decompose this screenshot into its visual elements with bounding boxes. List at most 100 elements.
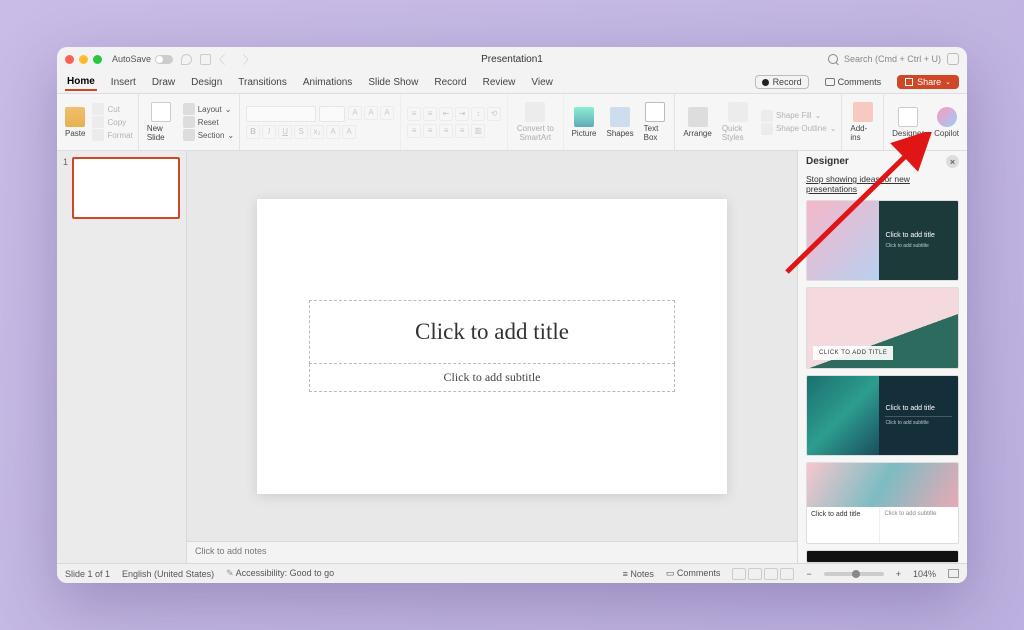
search-placeholder[interactable]: Search (Cmd + Ctrl + U): [844, 54, 941, 64]
text-direction-icon[interactable]: ⟲: [487, 107, 501, 121]
font-size-dropdown[interactable]: [319, 106, 345, 122]
bold-button[interactable]: B: [246, 125, 260, 139]
paste-button[interactable]: Paste: [62, 105, 88, 140]
shape-outline-button[interactable]: Shape Outline⌄: [761, 123, 836, 135]
zoom-in[interactable]: +: [896, 569, 901, 579]
tab-animations[interactable]: Animations: [301, 75, 354, 90]
font-family-dropdown[interactable]: [246, 106, 316, 122]
stop-showing-link[interactable]: Stop showing ideas for new presentations: [798, 172, 967, 200]
subscript-button[interactable]: x₂: [310, 125, 324, 139]
tab-transitions[interactable]: Transitions: [236, 75, 289, 90]
bullets-icon[interactable]: ≡: [407, 107, 421, 121]
comments-button[interactable]: Comments: [821, 76, 886, 88]
tab-design[interactable]: Design: [189, 75, 224, 90]
format-painter-icon: [92, 129, 104, 141]
record-button[interactable]: Record: [755, 75, 809, 89]
home-icon[interactable]: [181, 54, 192, 65]
minimize-window[interactable]: [79, 55, 88, 64]
slide-canvas-area[interactable]: Click to add title Click to add subtitle: [187, 151, 797, 541]
cut-button[interactable]: Cut: [92, 103, 132, 115]
autosave-toggle[interactable]: AutoSave: [112, 54, 173, 64]
zoom-slider[interactable]: [824, 572, 884, 576]
normal-view-icon[interactable]: [732, 568, 746, 580]
title-placeholder[interactable]: Click to add title: [309, 300, 676, 364]
design-idea-4[interactable]: Click to add titleClick to add subtitle: [806, 462, 959, 543]
copilot-button[interactable]: Copilot: [931, 105, 962, 140]
designer-pane-title: Designer: [806, 156, 849, 167]
indent-right-icon[interactable]: ⇥: [455, 107, 469, 121]
share-button[interactable]: Share⌄: [897, 75, 959, 89]
design-idea-3[interactable]: Click to add titleClick to add subtitle: [806, 375, 959, 456]
comment-icon: [825, 78, 835, 86]
align-center-icon[interactable]: ≡: [423, 124, 437, 138]
tab-record[interactable]: Record: [432, 75, 468, 90]
redo-icon[interactable]: [238, 54, 249, 65]
smartart-group: Convert to SmartArt: [508, 94, 563, 150]
indent-left-icon[interactable]: ⇤: [439, 107, 453, 121]
format-painter-button[interactable]: Format: [92, 129, 132, 141]
undo-icon[interactable]: [219, 54, 230, 65]
font-color-button[interactable]: A: [342, 125, 356, 139]
close-pane-button[interactable]: ×: [946, 155, 959, 168]
picture-button[interactable]: Picture: [569, 105, 600, 140]
accessibility-indicator[interactable]: ✎ Accessibility: Good to go: [226, 568, 334, 579]
thumbnail-1[interactable]: 1: [63, 157, 180, 219]
columns-icon[interactable]: ▥: [471, 124, 485, 138]
search-icon[interactable]: [828, 54, 838, 64]
designer-button[interactable]: Designer: [889, 105, 927, 140]
share-people-icon[interactable]: [947, 53, 959, 65]
new-slide-button[interactable]: New Slide: [144, 100, 179, 144]
subtitle-placeholder[interactable]: Click to add subtitle: [309, 364, 676, 392]
convert-smartart-button[interactable]: Convert to SmartArt: [513, 100, 557, 144]
numbering-icon[interactable]: ≡: [423, 107, 437, 121]
line-spacing-icon[interactable]: ↕: [471, 107, 485, 121]
underline-button[interactable]: U: [278, 125, 292, 139]
shape-fill-button[interactable]: Shape Fill⌄: [761, 110, 836, 122]
align-right-icon[interactable]: ≡: [439, 124, 453, 138]
language-indicator[interactable]: English (United States): [122, 569, 214, 579]
strike-button[interactable]: S: [294, 125, 308, 139]
increase-font-icon[interactable]: A: [348, 106, 362, 120]
zoom-out[interactable]: −: [806, 569, 811, 579]
reading-view-icon[interactable]: [764, 568, 778, 580]
slideshow-view-icon[interactable]: [780, 568, 794, 580]
align-left-icon[interactable]: ≡: [407, 124, 421, 138]
design-idea-2[interactable]: CLICK TO ADD TITLE: [806, 287, 959, 368]
design-idea-1[interactable]: Click to add titleClick to add subtitle: [806, 200, 959, 281]
reset-button[interactable]: Reset: [183, 116, 234, 128]
comments-toggle[interactable]: ▭ Comments: [666, 568, 721, 579]
notes-toggle[interactable]: ≡ Notes: [623, 569, 654, 579]
copy-button[interactable]: Copy: [92, 116, 132, 128]
decrease-font-icon[interactable]: A: [364, 106, 378, 120]
tab-review[interactable]: Review: [481, 75, 518, 90]
layout-button[interactable]: Layout⌄: [183, 103, 234, 115]
shapes-button[interactable]: Shapes: [603, 105, 636, 140]
fit-to-window-icon[interactable]: [948, 569, 959, 578]
addins-button[interactable]: Add-ins: [847, 100, 878, 144]
justify-icon[interactable]: ≡: [455, 124, 469, 138]
section-button[interactable]: Section⌄: [183, 129, 234, 141]
zoom-level[interactable]: 104%: [913, 569, 936, 579]
close-window[interactable]: [65, 55, 74, 64]
tab-draw[interactable]: Draw: [150, 75, 177, 90]
tab-home[interactable]: Home: [65, 74, 97, 91]
italic-button[interactable]: I: [262, 125, 276, 139]
clear-format-icon[interactable]: A: [380, 106, 394, 120]
designer-group: Designer Copilot: [884, 94, 967, 150]
view-buttons: [732, 568, 794, 580]
notes-pane[interactable]: Click to add notes: [187, 541, 797, 563]
save-icon[interactable]: [200, 54, 211, 65]
layout-icon: [183, 103, 195, 115]
design-idea-5[interactable]: [806, 550, 959, 563]
tab-slideshow[interactable]: Slide Show: [366, 75, 420, 90]
tab-insert[interactable]: Insert: [109, 75, 138, 90]
quick-styles-button[interactable]: Quick Styles: [719, 100, 757, 144]
highlight-button[interactable]: A: [326, 125, 340, 139]
shape-fill-icon: [761, 110, 773, 122]
tab-view[interactable]: View: [529, 75, 555, 90]
maximize-window[interactable]: [93, 55, 102, 64]
arrange-button[interactable]: Arrange: [680, 105, 714, 140]
textbox-button[interactable]: Text Box: [641, 100, 670, 144]
sorter-view-icon[interactable]: [748, 568, 762, 580]
slide-indicator[interactable]: Slide 1 of 1: [65, 569, 110, 579]
